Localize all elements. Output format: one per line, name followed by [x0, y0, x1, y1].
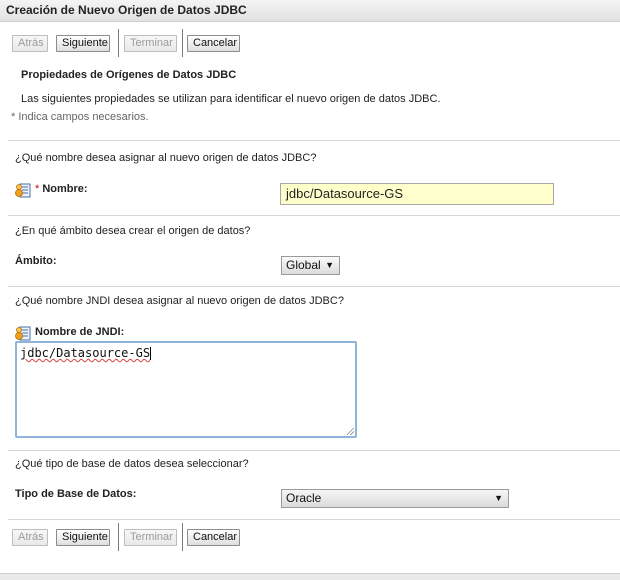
- required-star: *: [35, 183, 40, 195]
- jndi-textarea[interactable]: jdbc/Datasource-GS: [15, 341, 357, 438]
- db-type-label: Tipo de Base de Datos:: [15, 488, 137, 500]
- cancel-button[interactable]: Cancelar: [187, 529, 240, 546]
- back-button[interactable]: Atrás: [12, 529, 48, 546]
- field-help-icon[interactable]: [15, 326, 31, 341]
- divider: [8, 519, 620, 520]
- chevron-down-icon: ▼: [494, 493, 503, 503]
- section-description: Las siguientes propiedades se utilizan p…: [21, 93, 441, 105]
- jndi-value: jdbc/Datasource-GS: [20, 346, 151, 360]
- section-heading: Propiedades de Orígenes de Datos JDBC: [21, 69, 237, 81]
- divider: [8, 140, 620, 141]
- name-label-wrap: * Nombre:: [35, 183, 88, 195]
- chevron-down-icon: ▼: [325, 260, 334, 270]
- button-separator: [118, 29, 119, 57]
- name-label: Nombre:: [42, 183, 88, 195]
- next-button[interactable]: Siguiente: [56, 529, 110, 546]
- db-type-question: ¿Qué tipo de base de datos desea selecci…: [15, 458, 249, 470]
- name-input[interactable]: jdbc/Datasource-GS: [280, 183, 554, 205]
- scope-question: ¿En qué ámbito desea crear el origen de …: [15, 225, 251, 237]
- finish-button[interactable]: Terminar: [124, 529, 177, 546]
- window-title: Creación de Nuevo Origen de Datos JDBC: [6, 3, 247, 17]
- button-separator: [182, 29, 183, 57]
- field-help-icon[interactable]: [15, 183, 31, 198]
- scope-label: Ámbito:: [15, 255, 57, 267]
- back-button[interactable]: Atrás: [12, 35, 48, 52]
- text-cursor: [150, 347, 152, 360]
- cancel-button[interactable]: Cancelar: [187, 35, 240, 52]
- jndi-label: Nombre de JNDI:: [35, 326, 125, 338]
- button-separator: [182, 523, 183, 551]
- scope-select[interactable]: Global ▼: [281, 256, 340, 275]
- divider: [8, 286, 620, 287]
- divider: [8, 215, 620, 216]
- required-note: * Indica campos necesarios.: [11, 111, 149, 123]
- jndi-question: ¿Qué nombre JNDI desea asignar al nuevo …: [15, 295, 344, 307]
- divider: [8, 450, 620, 451]
- db-type-select[interactable]: Oracle ▼: [281, 489, 509, 508]
- resize-handle[interactable]: [347, 428, 354, 435]
- window-titlebar: Creación de Nuevo Origen de Datos JDBC: [0, 0, 620, 22]
- name-question: ¿Qué nombre desea asignar al nuevo orige…: [15, 152, 317, 164]
- finish-button[interactable]: Terminar: [124, 35, 177, 52]
- next-button[interactable]: Siguiente: [56, 35, 110, 52]
- button-separator: [118, 523, 119, 551]
- scope-selected-value: Global: [286, 258, 321, 272]
- db-type-selected-value: Oracle: [286, 491, 322, 505]
